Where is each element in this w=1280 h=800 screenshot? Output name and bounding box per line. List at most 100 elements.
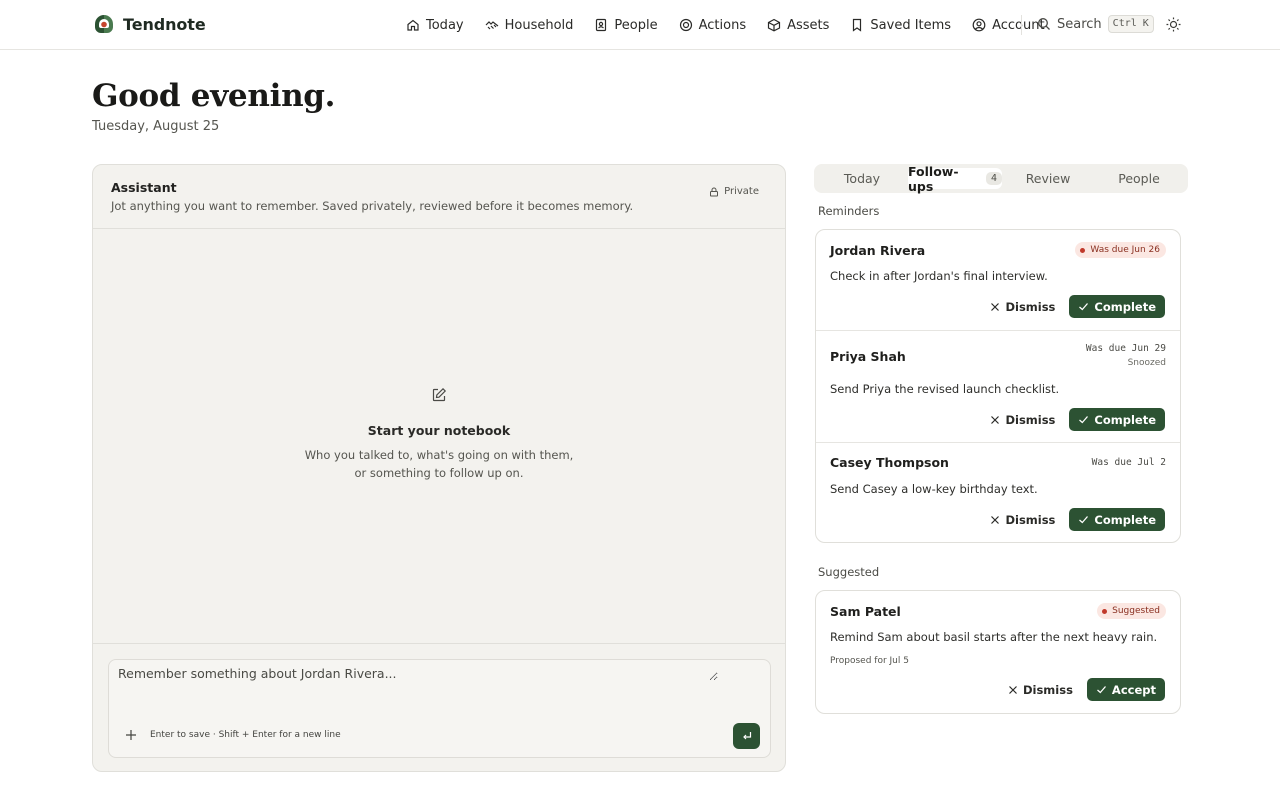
reminder-actions: Dismiss Complete (990, 408, 1165, 431)
check-icon (1079, 303, 1089, 311)
theme-toggle-button[interactable] (1165, 16, 1182, 33)
empty-state-title: Start your notebook (367, 423, 511, 438)
brand[interactable]: Tendnote (93, 13, 206, 35)
reminder-card: Priya Shah Was due Jun 29 Snoozed Send P… (816, 331, 1180, 443)
suggested-badge-label: Suggested (1112, 606, 1160, 616)
main-nav: Today Household People Actions Assets Sa… (406, 14, 1066, 36)
due-label: Was due Jun 29 (1085, 343, 1166, 354)
complete-button[interactable]: Complete (1069, 508, 1165, 531)
search-icon (1038, 18, 1050, 30)
reminder-person: Priya Shah (830, 349, 906, 364)
dismiss-label: Dismiss (1005, 412, 1056, 427)
follow-ups-count: 4 (985, 172, 1002, 185)
tab-label: Review (1025, 171, 1071, 186)
dismiss-label: Dismiss (1005, 512, 1056, 527)
reminder-card: Jordan Rivera Was due Jun 26 Check in af… (816, 230, 1180, 331)
suggested-text: Remind Sam about basil starts after the … (830, 630, 1158, 644)
suggested-badge: Suggested (1097, 603, 1166, 619)
privacy-indicator: Private (709, 186, 759, 197)
accept-button[interactable]: Accept (1086, 678, 1165, 701)
reminder-text: Check in after Jordan's final interview. (830, 269, 1048, 283)
dismiss-button[interactable]: Dismiss (990, 513, 1055, 527)
privacy-label: Private (724, 186, 759, 197)
suggested-list: Sam Patel Suggested Remind Sam about bas… (815, 590, 1181, 714)
composer-area: Enter to save · Shift + Enter for a new … (93, 643, 785, 771)
tab-today[interactable]: Today (818, 168, 906, 189)
empty-state: Start your notebook Who you talked to, w… (93, 387, 785, 482)
edit-note-icon (432, 387, 447, 402)
tab-review[interactable]: Review (1004, 168, 1092, 189)
suggested-heading: Suggested (818, 565, 880, 579)
suggested-person: Sam Patel (830, 604, 901, 619)
lock-icon (710, 187, 719, 196)
nav-label: Saved Items (870, 17, 952, 33)
reminder-card: Casey Thompson Was due Jul 2 Send Casey … (816, 443, 1180, 542)
home-icon (407, 19, 419, 31)
suggested-card: Sam Patel Suggested Remind Sam about bas… (816, 591, 1180, 713)
check-icon (1079, 416, 1089, 424)
close-icon (1009, 685, 1017, 694)
close-icon (991, 515, 1000, 524)
complete-button[interactable]: Complete (1069, 295, 1165, 318)
note-composer: Enter to save · Shift + Enter for a new … (108, 659, 771, 758)
dismiss-button[interactable]: Dismiss (1008, 683, 1073, 697)
close-icon (991, 302, 1000, 311)
overdue-badge: Was due Jun 26 (1075, 242, 1166, 258)
nav-item-household[interactable]: Household (485, 17, 574, 33)
close-icon (991, 415, 1000, 424)
reminders-list: Jordan Rivera Was due Jun 26 Check in af… (815, 229, 1181, 543)
complete-label: Complete (1094, 299, 1156, 314)
nav-label: Today (426, 17, 464, 33)
tab-follow-ups[interactable]: Follow-ups 4 (908, 164, 1002, 194)
assistant-subtitle: Jot anything you want to remember. Saved… (111, 199, 634, 213)
tab-label: People (1118, 171, 1160, 186)
tab-people[interactable]: People (1094, 168, 1184, 189)
sun-icon (1166, 17, 1181, 32)
reminder-person: Casey Thompson (830, 455, 949, 470)
nav-label: Assets (787, 17, 830, 33)
complete-button[interactable]: Complete (1069, 408, 1165, 431)
contacts-book-icon (596, 18, 607, 32)
save-note-button[interactable] (733, 723, 760, 749)
tendnote-logo-icon (95, 15, 113, 33)
greeting-title: Good evening. (92, 78, 336, 114)
nav-item-actions[interactable]: Actions (679, 18, 746, 33)
target-icon (679, 18, 692, 32)
reminders-heading: Reminders (818, 204, 880, 218)
check-icon (1079, 516, 1089, 524)
nav-item-saved-items[interactable]: Saved Items (850, 18, 951, 33)
note-input[interactable] (118, 666, 718, 681)
reminder-text: Send Casey a low-key birthday text. (830, 482, 1038, 496)
user-circle-icon (972, 18, 986, 32)
top-navigation-bar: Tendnote Today Household People Actions … (0, 0, 1280, 50)
dismiss-button[interactable]: Dismiss (990, 413, 1055, 427)
household-icon (485, 21, 498, 30)
dismiss-button[interactable]: Dismiss (990, 300, 1055, 314)
reminder-actions: Dismiss Complete (990, 508, 1165, 531)
proposed-date: Proposed for Jul 5 (830, 656, 909, 666)
tab-label: Follow-ups (908, 163, 959, 194)
assistant-panel: Assistant Jot anything you want to remem… (92, 164, 786, 772)
composer-hint: Enter to save · Shift + Enter for a new … (150, 730, 341, 740)
nav-label: People (614, 17, 658, 33)
dismiss-label: Dismiss (1005, 299, 1056, 314)
complete-label: Complete (1094, 512, 1156, 527)
reminder-text: Send Priya the revised launch checklist. (830, 382, 1060, 396)
overdue-dot-icon (1080, 247, 1086, 253)
reminder-actions: Dismiss Complete (990, 295, 1165, 318)
search-label: Search (1057, 16, 1102, 32)
nav-item-assets[interactable]: Assets (767, 18, 829, 33)
nav-item-account[interactable]: Account (972, 18, 1045, 33)
app-name: Tendnote (123, 14, 206, 34)
nav-item-today[interactable]: Today (406, 18, 464, 33)
due-label: Was due Jun 26 (1090, 245, 1160, 255)
nav-divider (1021, 15, 1022, 35)
search-button[interactable]: Search Ctrl K (1037, 15, 1154, 33)
accept-label: Accept (1111, 682, 1156, 697)
nav-item-people[interactable]: People (594, 17, 658, 33)
box-icon (768, 18, 781, 32)
search-shortcut: Ctrl K (1107, 15, 1154, 33)
dismiss-label: Dismiss (1022, 682, 1073, 697)
plus-icon[interactable] (124, 728, 138, 742)
nav-label: Household (504, 17, 574, 33)
